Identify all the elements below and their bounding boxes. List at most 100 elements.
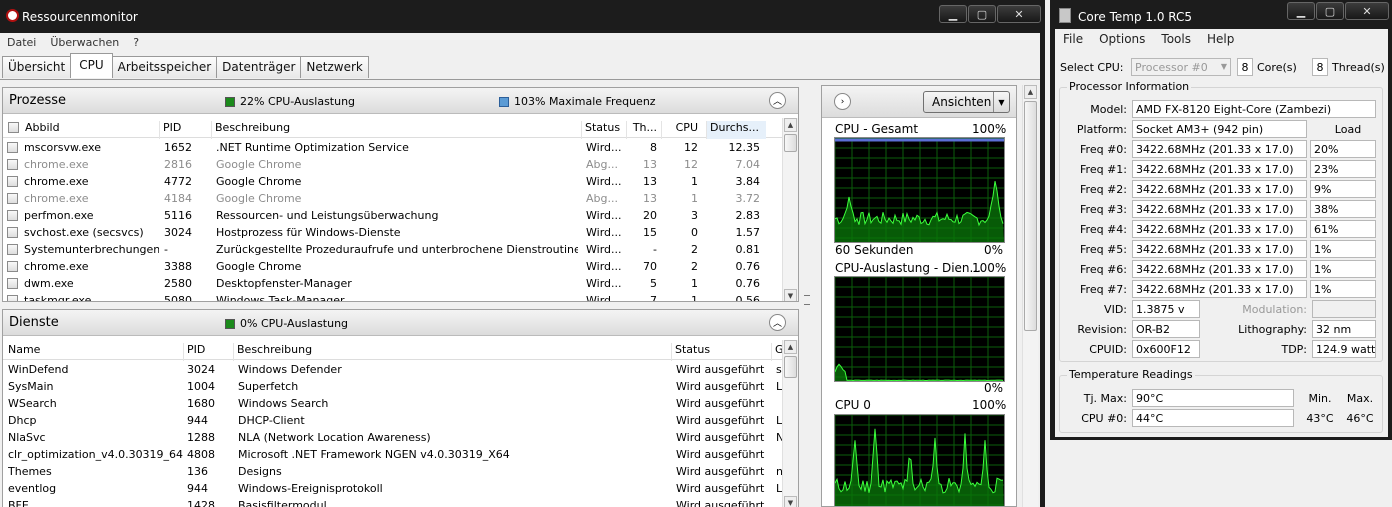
menu-file[interactable]: File [1055, 29, 1091, 49]
select-cpu-dropdown[interactable]: Processor #0 ▼ [1131, 58, 1231, 76]
ct-minimize-button[interactable]: ▁ [1287, 2, 1315, 20]
menu-options[interactable]: Options [1091, 29, 1153, 49]
graphs-scrollbar[interactable]: ▲ [1022, 85, 1038, 507]
scroll-up-icon[interactable]: ▲ [784, 340, 797, 354]
maximize-button[interactable]: ▢ [968, 5, 996, 23]
process-row[interactable]: perfmon.exe 5116 Ressourcen- und Leistungs… [3, 207, 782, 224]
col-name[interactable]: Name [5, 343, 183, 361]
core-temp-window: Core Temp 1.0 RC5 ▁ ▢ ✕ File Options Too… [1050, 0, 1392, 440]
scroll-up-icon[interactable]: ▲ [784, 118, 797, 132]
modulation-value [1312, 300, 1376, 318]
maximize-icon: ▢ [976, 7, 988, 21]
col-svc-pid[interactable]: PID [183, 343, 233, 361]
service-row[interactable]: SysMain 1004 Superfetch Wird ausgeführt L [3, 378, 782, 395]
scroll-thumb[interactable] [784, 356, 797, 378]
minimize-button[interactable]: ▁ [939, 5, 967, 23]
select-all-checkbox[interactable] [8, 122, 19, 133]
process-row[interactable]: chrome.exe 2816 Google Chrome Abg... 13 12 7.0… [3, 156, 782, 173]
tab-cpu[interactable]: CPU [70, 53, 113, 78]
service-row[interactable]: Themes 136 Designs Wird ausgeführt n [3, 463, 783, 480]
collapse-services-button[interactable]: ︿ [769, 314, 786, 331]
service-row[interactable]: WinDefend 3024 Windows Defender Wird ausgef… [3, 361, 782, 378]
tab-uebersicht[interactable]: Übersicht [2, 56, 72, 78]
tab-netzwerk[interactable]: Netzwerk [300, 56, 369, 78]
process-row[interactable]: Systemunterbrechungen - Zurückgestellte Pr… [3, 241, 782, 258]
ct-close-button[interactable]: ✕ [1345, 2, 1389, 20]
process-checkbox[interactable] [7, 244, 18, 255]
cpu0-temp-value: 44°C [1132, 409, 1294, 427]
menu-ueberwachen[interactable]: Überwachen [43, 33, 126, 53]
collapse-graphs-button[interactable]: › [834, 93, 851, 110]
process-cpu: 0 [691, 226, 698, 239]
menu-help[interactable]: Help [1199, 29, 1242, 49]
process-description: Google Chrome [216, 175, 302, 188]
process-name: taskmgr.exe [24, 294, 92, 302]
tab-arbeitsspeicher[interactable]: Arbeitsspeicher [111, 56, 218, 78]
service-row[interactable]: clr_optimization_v4.0.30319_64 4808 Micros… [3, 446, 782, 463]
rm-titlebar[interactable]: Ressourcenmonitor ▁ ▢ ✕ [0, 0, 1045, 32]
scroll-down-icon[interactable]: ▼ [784, 496, 797, 507]
pane-splitter[interactable] [799, 85, 819, 507]
menu-datei[interactable]: Datei [0, 33, 43, 53]
process-checkbox[interactable] [7, 278, 18, 289]
process-cpu: 1 [691, 294, 698, 302]
col-cpu[interactable]: CPU [661, 121, 706, 139]
process-checkbox[interactable] [7, 193, 18, 204]
process-row[interactable]: chrome.exe 4184 Google Chrome Abg... 13 1 3.72 [3, 190, 782, 207]
views-button[interactable]: Ansichten ▼ [923, 91, 1010, 113]
processes-header[interactable]: Prozesse 22% CPU-Auslastung 103% Maximal… [3, 88, 798, 114]
process-checkbox[interactable] [7, 227, 18, 238]
col-status[interactable]: Status [581, 121, 626, 139]
process-checkbox[interactable] [7, 159, 18, 170]
col-pid[interactable]: PID [159, 121, 211, 139]
services-header[interactable]: Dienste 0% CPU-Auslastung ︿ [3, 310, 798, 336]
tab-datentraeger[interactable]: Datenträger [216, 56, 302, 78]
process-checkbox[interactable] [7, 210, 18, 221]
freq-label: Freq #3: [1080, 203, 1127, 216]
col-threads[interactable]: Th... [626, 121, 661, 139]
process-row[interactable]: svchost.exe (secsvcs) 3024 Hostprozess für… [3, 224, 782, 241]
graph-cpu-service-title: CPU-Auslastung - Dien... [835, 261, 981, 275]
process-checkbox[interactable] [7, 295, 18, 301]
service-row[interactable]: eventlog 944 Windows-Ereignisprotokoll Wird… [3, 480, 782, 497]
process-checkbox[interactable] [7, 142, 18, 153]
threads-count: 8 [1312, 58, 1328, 76]
processes-scrollbar[interactable]: ▲ ▼ [782, 118, 798, 301]
menu-help[interactable]: ? [126, 33, 146, 53]
process-checkbox[interactable] [7, 261, 18, 272]
process-row[interactable]: chrome.exe 3388 Google Chrome Wird... 70 2 0.7… [3, 258, 782, 275]
scroll-up-icon[interactable]: ▲ [1024, 85, 1037, 99]
services-scrollbar[interactable]: ▲ ▼ [782, 340, 798, 507]
core-load: 23% [1310, 160, 1376, 178]
scroll-thumb[interactable] [1024, 101, 1037, 331]
processes-title: Prozesse [9, 93, 66, 108]
resource-monitor-icon [6, 9, 19, 22]
process-status: Wird... [586, 141, 622, 154]
tab-divider [0, 79, 1040, 80]
process-row[interactable]: taskmgr.exe 5080 Windows Task-Manager Wird.… [3, 292, 782, 302]
cpu0-temp-min: 43°C [1306, 412, 1334, 425]
service-row[interactable]: WSearch 1680 Windows Search Wird ausgeführt [3, 395, 782, 412]
service-row[interactable]: BFE 1428 Basisfiltermodul Wird ausgeführt [3, 497, 782, 507]
col-durchschnitt[interactable]: Durchs... [706, 121, 766, 139]
process-threads: 70 [643, 260, 657, 273]
process-row[interactable]: dwm.exe 2580 Desktopfenster-Manager Wird...… [3, 275, 782, 292]
col-svc-status[interactable]: Status [671, 343, 771, 361]
menu-tools[interactable]: Tools [1153, 29, 1199, 49]
scroll-down-icon[interactable]: ▼ [784, 289, 797, 301]
collapse-processes-button[interactable]: ︿ [769, 92, 786, 109]
service-pid: 3024 [187, 363, 215, 376]
col-svc-beschreibung[interactable]: Beschreibung [233, 343, 671, 361]
process-checkbox[interactable] [7, 176, 18, 187]
service-row[interactable]: Dhcp 944 DHCP-Client Wird ausgeführt L [3, 412, 782, 429]
scroll-thumb[interactable] [784, 134, 797, 152]
service-row[interactable]: NlaSvc 1288 NLA (Network Location Awarenes… [3, 429, 784, 446]
col-beschreibung[interactable]: Beschreibung [211, 121, 581, 139]
close-button[interactable]: ✕ [997, 5, 1041, 23]
ct-maximize-button[interactable]: ▢ [1316, 2, 1344, 20]
process-row[interactable]: chrome.exe 4772 Google Chrome Wird... 13 1 3.8… [3, 173, 782, 190]
col-abbild[interactable]: Abbild [5, 121, 160, 139]
process-row[interactable]: mscorsvw.exe 1652 .NET Runtime Optimizatio… [3, 139, 782, 156]
cpu-usage-swatch [225, 96, 235, 107]
ct-titlebar[interactable]: Core Temp 1.0 RC5 ▁ ▢ ✕ [1050, 0, 1392, 32]
